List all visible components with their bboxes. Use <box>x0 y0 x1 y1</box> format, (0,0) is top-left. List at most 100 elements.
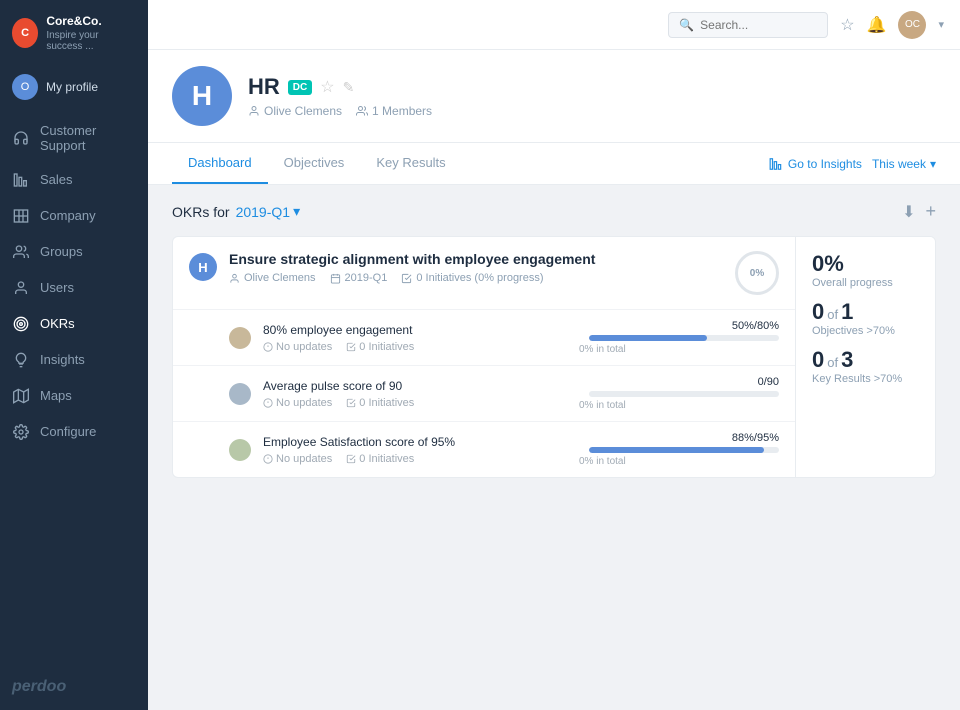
kr-progress-bar-wrap <box>589 447 779 453</box>
user-avatar[interactable]: OC <box>898 11 926 39</box>
perdoo-logo: perdoo <box>12 678 136 696</box>
sidebar-item-label: Company <box>40 208 96 223</box>
star-icon[interactable]: ☆ <box>320 77 334 97</box>
tab-key-results[interactable]: Key Results <box>360 143 461 184</box>
building-icon <box>12 207 30 225</box>
star-icon[interactable]: ☆ <box>840 15 854 35</box>
objective-owner: Olive Clemens <box>229 272 316 284</box>
objectives-total: 1 <box>841 299 853 325</box>
profile-avatar: O <box>12 74 38 100</box>
sidebar-item-sales[interactable]: Sales <box>0 162 148 198</box>
key-results-total: 3 <box>841 347 853 373</box>
chevron-down-icon: ▾ <box>930 157 936 171</box>
kr-avatar <box>229 383 251 405</box>
key-results-label: Key Results >70% <box>812 373 919 385</box>
chevron-down-icon: ▾ <box>293 203 300 220</box>
search-input[interactable] <box>700 18 817 32</box>
kr-progress-bar <box>589 447 764 453</box>
kr-avatar <box>229 439 251 461</box>
sidebar-item-maps[interactable]: Maps <box>0 378 148 414</box>
main-content: 🔍 ☆ 🔔 OC ▾ H HR DC ☆ ✎ <box>148 0 960 710</box>
objective-progress-circle: 0% <box>735 251 779 295</box>
sidebar-header: C Core&Co. Inspire your success ... <box>0 0 148 66</box>
okr-period-selector[interactable]: 2019-Q1 ▾ <box>236 203 301 220</box>
sidebar-item-company[interactable]: Company <box>0 198 148 234</box>
key-result-item: 80% employee engagement No updates <box>173 310 795 366</box>
chevron-down-icon[interactable]: ▾ <box>938 18 944 31</box>
kr-progress: 50%/80% 0% in total <box>579 320 779 355</box>
group-badge: DC <box>288 80 312 95</box>
objective-period: 2019-Q1 <box>330 272 388 284</box>
download-button[interactable]: ⬇ <box>902 202 915 222</box>
users-icon <box>12 243 30 261</box>
tab-actions: Go to Insights This week ▾ <box>769 157 936 171</box>
add-okr-button[interactable]: + <box>925 201 936 222</box>
objectives-value: 0 <box>812 299 824 325</box>
kr-no-updates: No updates <box>263 341 332 353</box>
gear-icon <box>12 423 30 441</box>
sidebar-item-insights[interactable]: Insights <box>0 342 148 378</box>
kr-progress: 88%/95% 0% in total <box>579 432 779 467</box>
sidebar-item-configure[interactable]: Configure <box>0 414 148 450</box>
group-title: HR <box>248 74 280 100</box>
overall-progress-value: 0% <box>812 251 919 277</box>
sidebar-item-okrs[interactable]: OKRs <box>0 306 148 342</box>
kr-progress-total: 0% in total <box>579 456 626 467</box>
sidebar: C Core&Co. Inspire your success ... O My… <box>0 0 148 710</box>
key-results-list: 80% employee engagement No updates <box>173 309 795 477</box>
sidebar-item-groups[interactable]: Groups <box>0 234 148 270</box>
kr-no-updates: No updates <box>263 397 332 409</box>
tab-objectives[interactable]: Objectives <box>268 143 361 184</box>
objective-title: Ensure strategic alignment with employee… <box>229 251 723 267</box>
company-name: Core&Co. <box>46 14 136 30</box>
group-header: H HR DC ☆ ✎ Olive Clemens 1 Members <box>148 50 960 143</box>
company-logo: C <box>12 18 38 48</box>
group-owner: Olive Clemens <box>248 104 342 118</box>
topbar: 🔍 ☆ 🔔 OC ▾ <box>148 0 960 50</box>
sidebar-footer: perdoo <box>0 664 148 710</box>
okr-header: OKRs for 2019-Q1 ▾ ⬇ + <box>172 201 936 222</box>
content-area: H HR DC ☆ ✎ Olive Clemens 1 Members <box>148 50 960 710</box>
bell-icon[interactable]: 🔔 <box>867 15 887 35</box>
sidebar-item-customer-support[interactable]: Customer Support <box>0 114 148 162</box>
kr-progress-label: 0/90 <box>758 376 779 388</box>
search-box[interactable]: 🔍 <box>668 12 828 38</box>
group-avatar: H <box>172 66 232 126</box>
kr-progress-bar-wrap <box>589 335 779 341</box>
group-info: HR DC ☆ ✎ Olive Clemens 1 Members <box>248 74 432 118</box>
sidebar-item-label: Sales <box>40 172 73 187</box>
okr-header-actions: ⬇ + <box>902 201 936 222</box>
key-results-value: 0 <box>812 347 824 373</box>
kr-progress-bar <box>589 335 707 341</box>
my-profile-item[interactable]: O My profile <box>0 66 148 108</box>
sidebar-item-label: Groups <box>40 244 83 259</box>
sidebar-item-label: OKRs <box>40 316 75 331</box>
edit-icon[interactable]: ✎ <box>343 79 355 96</box>
overall-progress-label: Overall progress <box>812 277 919 289</box>
objective-header: H Ensure strategic alignment with employ… <box>173 237 795 309</box>
stats-panel: 0% Overall progress 0 of 1 Objectives >7… <box>795 237 935 477</box>
kr-progress-bar-wrap <box>589 391 779 397</box>
sidebar-item-users[interactable]: Users <box>0 270 148 306</box>
user-icon <box>12 279 30 297</box>
sidebar-item-label: Maps <box>40 388 72 403</box>
group-members: 1 Members <box>356 104 432 118</box>
kr-progress-label: 88%/95% <box>732 432 779 444</box>
kr-title: Employee Satisfaction score of 95% <box>263 435 567 449</box>
kr-progress-label: 50%/80% <box>732 320 779 332</box>
target-icon <box>12 315 30 333</box>
kr-no-updates: No updates <box>263 453 332 465</box>
okrs-for-label: OKRs for <box>172 204 230 220</box>
tabs-bar: Dashboard Objectives Key Results Go to I… <box>148 143 960 185</box>
this-week-button[interactable]: This week ▾ <box>872 157 936 171</box>
tab-dashboard[interactable]: Dashboard <box>172 143 268 184</box>
sidebar-item-label: Configure <box>40 424 96 439</box>
go-insights-button[interactable]: Go to Insights <box>769 157 862 171</box>
tabs: Dashboard Objectives Key Results <box>172 143 462 184</box>
search-icon: 🔍 <box>679 18 694 32</box>
key-results-stat: 0 of 3 Key Results >70% <box>812 347 919 385</box>
objective-initiatives: 0 Initiatives (0% progress) <box>401 272 543 284</box>
okr-card: H Ensure strategic alignment with employ… <box>172 236 936 478</box>
company-tagline: Inspire your success ... <box>46 30 136 52</box>
okr-section: OKRs for 2019-Q1 ▾ ⬇ + H <box>148 185 960 710</box>
